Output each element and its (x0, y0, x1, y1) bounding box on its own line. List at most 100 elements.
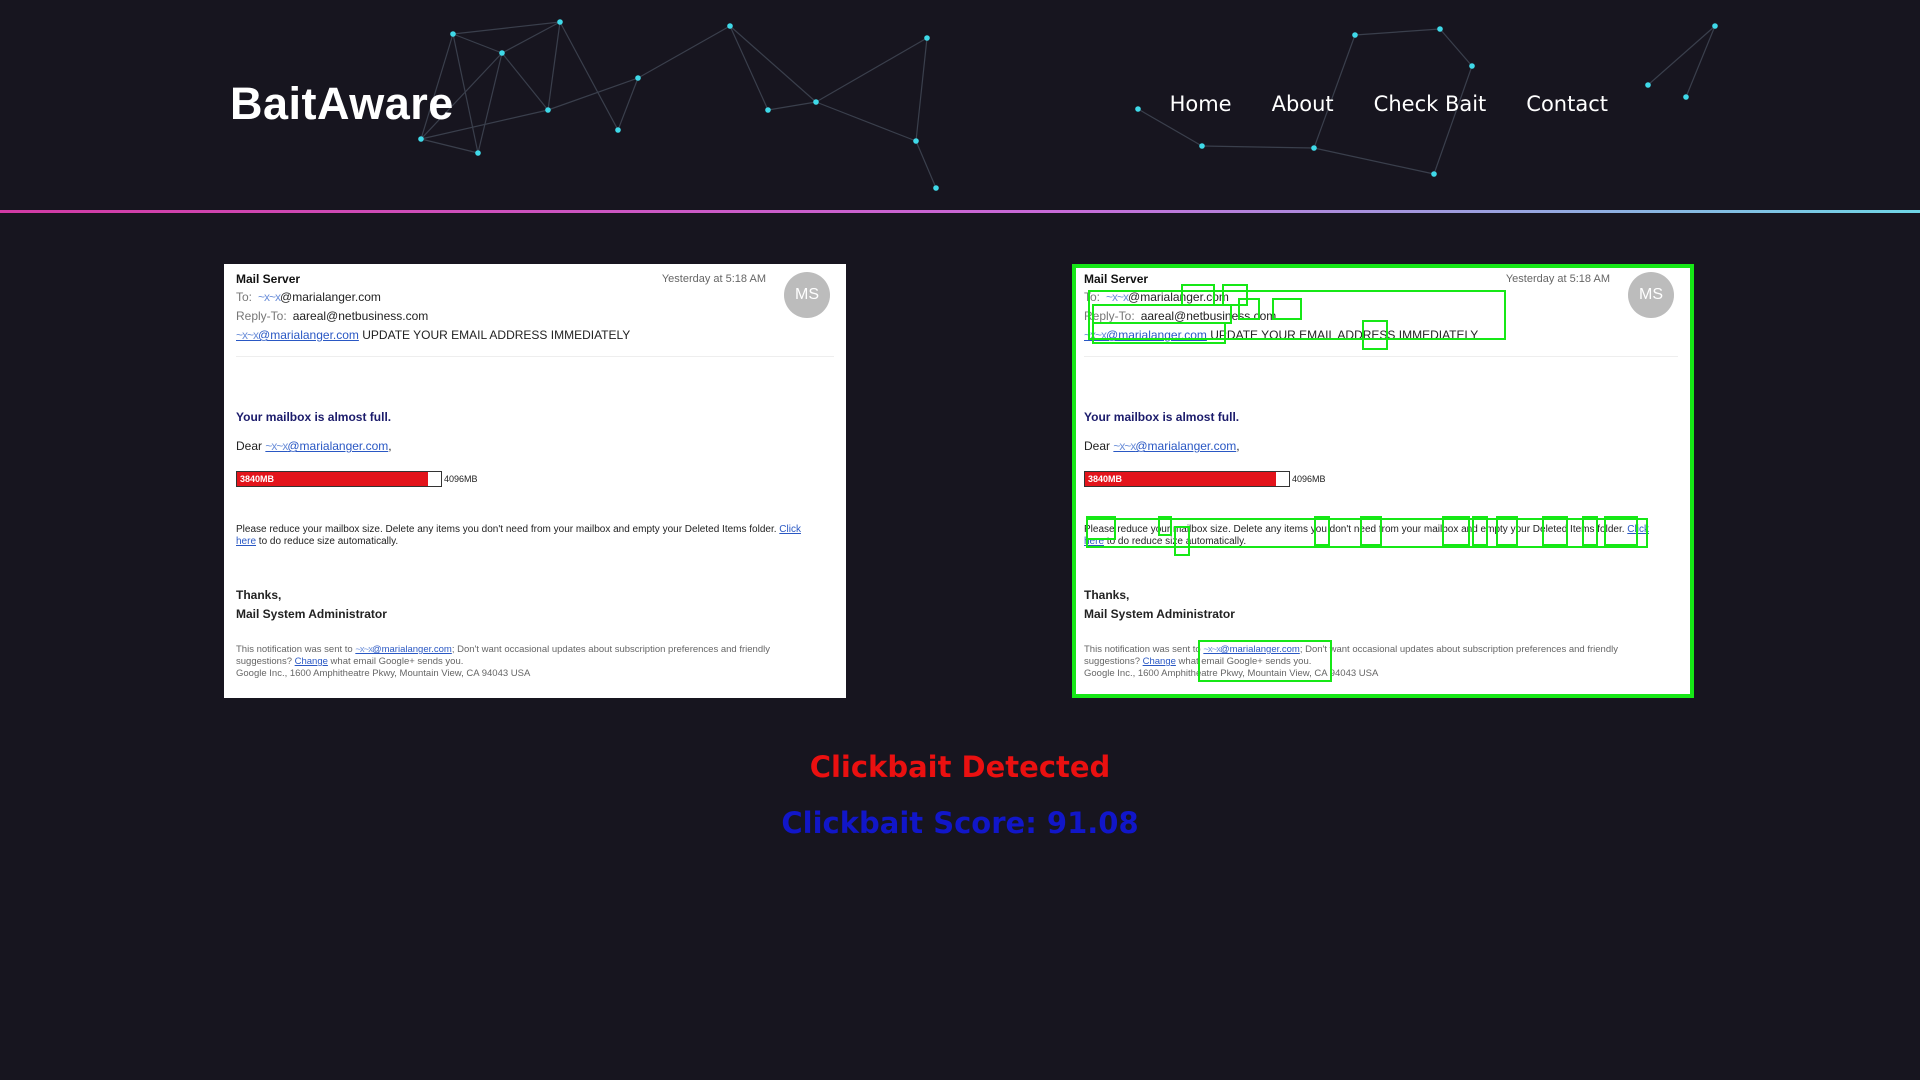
network-link (452, 21, 561, 35)
detection-box (1542, 516, 1568, 546)
email-signoff: Thanks, Mail System Administrator (236, 588, 387, 621)
network-link (1313, 147, 1435, 175)
network-node (727, 23, 733, 29)
email-timestamp: Yesterday at 5:18 AM (661, 273, 766, 285)
network-node (1437, 26, 1443, 32)
main-nav: Home About Check Bait Contact (1170, 92, 1608, 116)
network-link (559, 21, 619, 131)
network-node (1311, 145, 1317, 151)
email-greeting: Dear ~x~x@marialanger.com, (1084, 439, 1240, 453)
email-heading: Your mailbox is almost full. (236, 410, 392, 424)
network-node (933, 185, 939, 191)
detection-box (1158, 516, 1172, 536)
detection-box (1092, 322, 1226, 344)
nav-home[interactable]: Home (1170, 92, 1232, 116)
avatar: MS (1628, 272, 1674, 318)
email-reply-row: Reply-To: aareal@netbusiness.com (236, 309, 429, 323)
mailbox-capacity: 4096MB (1292, 474, 1326, 484)
detection-box (1086, 516, 1116, 540)
avatar: MS (784, 272, 830, 318)
detection-box (1360, 516, 1382, 546)
network-link (1433, 65, 1473, 175)
network-link (729, 25, 769, 111)
network-link (815, 37, 928, 103)
detection-box (1472, 516, 1488, 546)
network-node (1683, 94, 1689, 100)
network-link (1201, 145, 1315, 149)
email-timestamp: Yesterday at 5:18 AM (1505, 273, 1610, 285)
nav-check-bait[interactable]: Check Bait (1374, 92, 1487, 116)
detection-box (1442, 516, 1470, 546)
email-signoff: Thanks, Mail System Administrator (1084, 588, 1235, 621)
detection-box (1604, 516, 1638, 546)
mailbox-capacity: 4096MB (444, 474, 478, 484)
network-node (557, 19, 563, 25)
network-link (452, 33, 503, 54)
analyzed-email-image: Mail Server Yesterday at 5:18 AM MS To: ~… (1072, 264, 1694, 698)
detection-box (1238, 298, 1260, 320)
network-link (547, 21, 561, 111)
network-link (1354, 28, 1441, 36)
network-node (1645, 82, 1651, 88)
email-footer: This notification was sent to ~x~x@maria… (1084, 644, 1618, 679)
detection-box (1272, 298, 1302, 320)
network-link (1647, 25, 1716, 86)
email-to-row: To: ~x~x@marialanger.com (236, 290, 381, 304)
clickbait-score: Clickbait Score: 91.08 (781, 806, 1139, 840)
network-node (450, 31, 456, 37)
network-node (813, 99, 819, 105)
network-link (767, 101, 817, 111)
network-link (815, 101, 917, 142)
detection-box (1582, 516, 1598, 546)
network-node (924, 35, 930, 41)
network-link (915, 140, 937, 189)
network-node (475, 150, 481, 156)
brand-logo[interactable]: BaitAware (230, 78, 454, 130)
detection-box (1496, 516, 1518, 546)
network-node (913, 138, 919, 144)
network-link (501, 52, 549, 111)
network-link (1439, 28, 1473, 67)
nav-about[interactable]: About (1272, 92, 1334, 116)
network-node (499, 50, 505, 56)
email-separator (1084, 356, 1678, 357)
network-node (765, 107, 771, 113)
network-link (617, 77, 639, 131)
network-link (1685, 25, 1716, 98)
network-node (1431, 171, 1437, 177)
email-footer: This notification was sent to ~x~x@maria… (236, 644, 770, 679)
network-node (1199, 143, 1205, 149)
original-email-image: Mail Server Yesterday at 5:18 AM MS To: ~… (224, 264, 846, 698)
network-link (915, 37, 928, 142)
email-greeting: Dear ~x~x@marialanger.com, (236, 439, 392, 453)
detection-box (1181, 284, 1215, 306)
email-sender: Mail Server (236, 272, 301, 286)
email-sender: Mail Server (1084, 272, 1149, 286)
network-link (729, 25, 817, 103)
email-paragraph: Please reduce your mailbox size. Delete … (236, 524, 801, 547)
network-node (635, 75, 641, 81)
network-link (501, 21, 561, 54)
detection-box (1092, 304, 1232, 324)
email-separator (236, 356, 834, 357)
network-link (637, 25, 731, 79)
network-node (1352, 32, 1358, 38)
email-subject-row: ~x~x@marialanger.com UPDATE YOUR EMAIL A… (236, 328, 631, 342)
mailbox-usage-bar: 3840MB (1084, 471, 1290, 487)
network-node (1469, 63, 1475, 69)
network-node (615, 127, 621, 133)
network-node (545, 107, 551, 113)
detection-box (1314, 516, 1330, 546)
detection-box (1198, 640, 1332, 682)
mailbox-usage-bar: 3840MB (236, 471, 442, 487)
clickbait-status: Clickbait Detected (809, 750, 1111, 784)
nav-contact[interactable]: Contact (1526, 92, 1608, 116)
network-link (420, 138, 479, 154)
network-node (1712, 23, 1718, 29)
network-link (477, 52, 503, 154)
network-node (418, 136, 424, 142)
network-link (452, 33, 479, 154)
detection-box (1362, 320, 1388, 350)
network-node (1135, 106, 1141, 112)
email-heading: Your mailbox is almost full. (1084, 410, 1240, 424)
